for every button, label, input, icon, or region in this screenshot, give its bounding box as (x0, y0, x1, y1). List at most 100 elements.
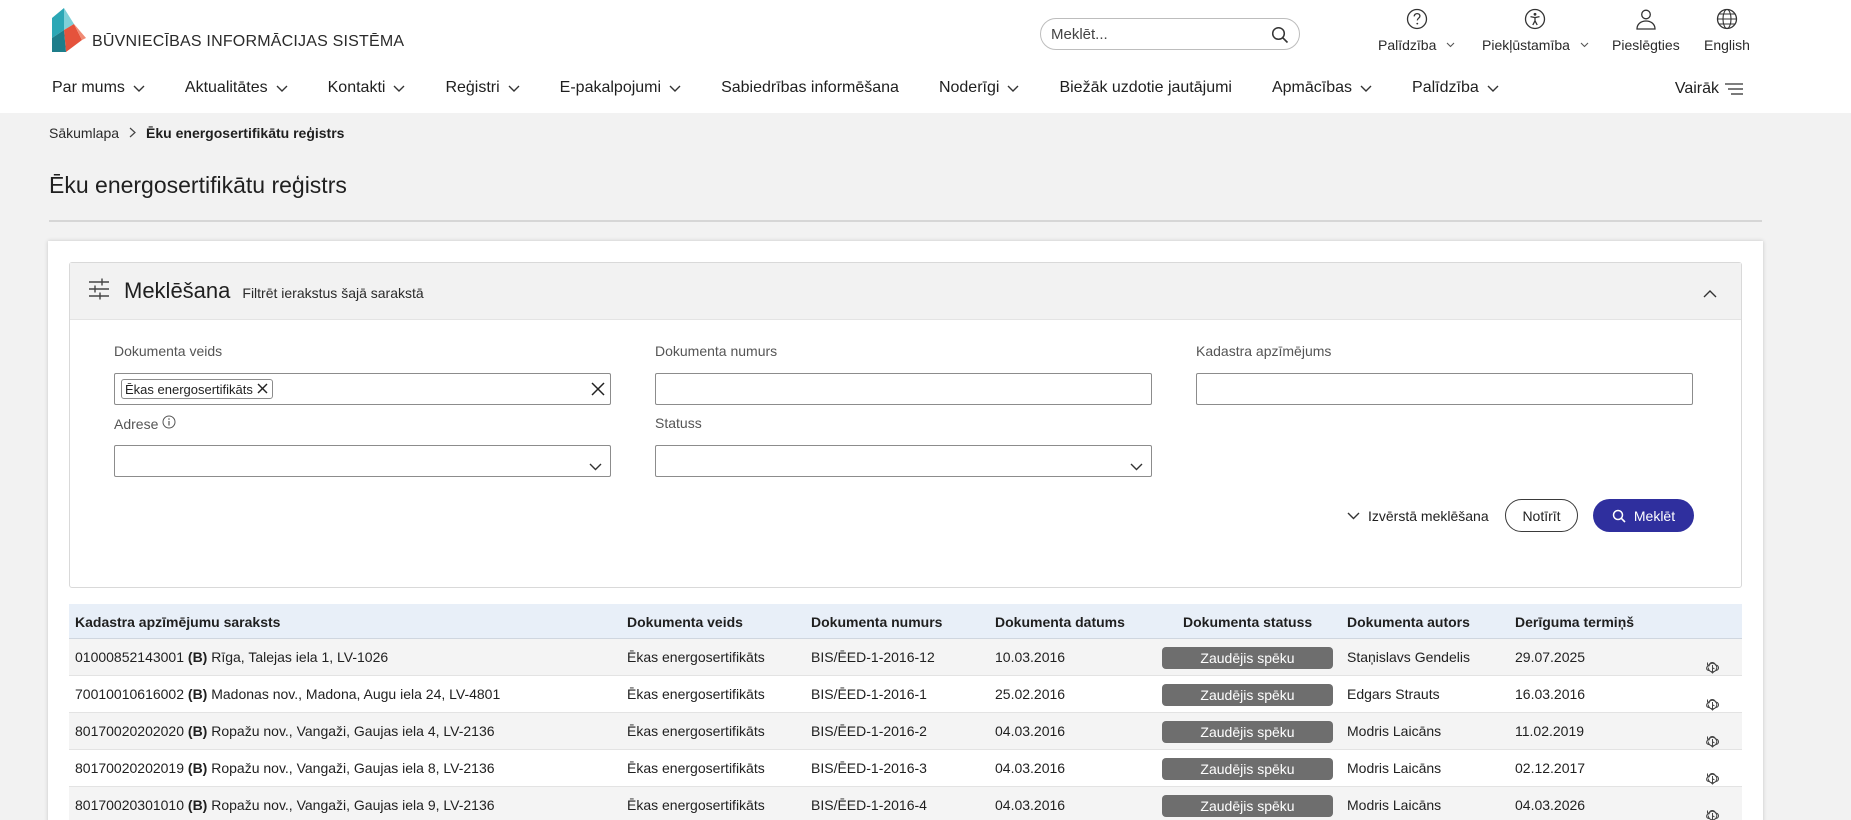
table-row[interactable]: 70010010616002 (B) Madonas nov., Madona,… (69, 676, 1742, 713)
column-header[interactable]: Dokumenta numurs (811, 614, 942, 630)
menu-icon (1725, 83, 1743, 95)
language-switch[interactable]: English (1704, 8, 1750, 53)
user-icon (1634, 8, 1658, 33)
table-row[interactable]: 80170020202020 (B) Ropažu nov., Vangaži,… (69, 713, 1742, 750)
doc-number-cell[interactable]: BIS/ĒED-1-2016-4 (811, 797, 927, 813)
column-header[interactable]: Dokumenta statuss (1183, 614, 1312, 630)
help-label: Palīdzība (1378, 37, 1437, 53)
history-icon[interactable] (1706, 772, 1719, 788)
doc-number-cell[interactable]: BIS/ĒED-1-2016-12 (811, 649, 935, 665)
nav-item-label: Palīdzība (1412, 79, 1479, 96)
advanced-search-label: Izvērstā meklēšana (1368, 508, 1489, 524)
results-table: Kadastra apzīmējumu saraksts Dokumenta v… (69, 604, 1742, 820)
column-header[interactable]: Dokumenta datums (995, 614, 1125, 630)
chevron-down-icon (508, 85, 520, 92)
chevron-right-icon (129, 125, 136, 141)
doc-type-select[interactable]: Ēkas energosertifikāts (114, 373, 611, 405)
site-search-input[interactable] (1051, 25, 1261, 43)
cadastre-number: 70010010616002 (75, 686, 185, 702)
address-text: Madonas nov., Madona, Augu iela 24, LV-4… (211, 686, 501, 702)
globe-icon (1716, 8, 1738, 33)
site-header: BŪVNIECĪBAS INFORMĀCIJAS SISTĒMA Palīdzī… (0, 0, 1851, 113)
nav-item-aktualitates[interactable]: Aktualitātes (185, 79, 288, 97)
cadastre-cell: 80170020202020 (B) Ropažu nov., Vangaži,… (75, 723, 495, 739)
chevron-down-icon (393, 85, 405, 92)
nav-item-par-mums[interactable]: Par mums (52, 79, 145, 97)
cadastre-cell: 01000852143001 (B) Rīga, Talejas iela 1,… (75, 649, 388, 665)
doc-date-cell: 04.03.2016 (995, 797, 1066, 813)
table-row[interactable]: 80170020301010 (B) Ropažu nov., Vangaži,… (69, 787, 1742, 820)
chevron-down-icon (589, 458, 602, 476)
chevron-up-icon[interactable] (1703, 285, 1717, 303)
column-header[interactable]: Kadastra apzīmējumu saraksts (75, 614, 280, 630)
valid-until-cell: 16.03.2016 (1515, 686, 1586, 702)
history-icon[interactable] (1706, 698, 1719, 714)
doc-number-cell[interactable]: BIS/ĒED-1-2016-3 (811, 760, 927, 776)
author-cell: Modris Laicāns (1347, 723, 1442, 739)
nav-item-registri[interactable]: Reģistri (445, 79, 520, 97)
clear-button[interactable]: Notīrīt (1505, 499, 1578, 532)
chevron-down-icon (669, 85, 681, 92)
cadastre-input[interactable] (1196, 373, 1693, 405)
nav-item-e-pakalpojumi[interactable]: E-pakalpojumi (560, 79, 681, 97)
doc-number-input[interactable] (655, 373, 1152, 405)
filter-sliders-icon (88, 278, 110, 305)
status-badge: Zaudējis spēku (1162, 758, 1333, 780)
history-icon[interactable] (1706, 735, 1719, 751)
valid-until-cell: 11.02.2019 (1515, 723, 1585, 739)
cadastre-number: 80170020202020 (75, 723, 185, 739)
nav-item-apmacibas[interactable]: Apmācības (1272, 79, 1372, 97)
login-link[interactable]: Pieslēgties (1612, 8, 1680, 53)
doc-number-label: Dokumenta numurs (655, 343, 778, 359)
doc-number-cell[interactable]: BIS/ĒED-1-2016-1 (811, 686, 927, 702)
logo-mark-icon (52, 8, 86, 52)
doc-type-label: Dokumenta veids (114, 343, 223, 359)
nav-more-button[interactable]: Vairāk (1675, 80, 1743, 98)
chevron-down-icon (1580, 42, 1589, 48)
advanced-search-toggle[interactable]: Izvērstā meklēšana (1347, 508, 1489, 524)
close-icon[interactable] (257, 382, 268, 397)
table-row[interactable]: 80170020202019 (B) Ropažu nov., Vangaži,… (69, 750, 1742, 787)
status-label: Statuss (655, 415, 702, 431)
breadcrumb: Sākumlapa Ēku energosertifikātu reģistrs (49, 125, 344, 141)
accessibility-label: Piekļūstamība (1482, 37, 1570, 53)
search-icon[interactable] (1271, 26, 1289, 49)
nav-item-noderigi[interactable]: Noderīgi (939, 79, 1019, 97)
breadcrumb-home[interactable]: Sākumlapa (49, 125, 119, 141)
history-icon[interactable] (1706, 809, 1719, 820)
nav-item-label: Apmācības (1271, 79, 1353, 96)
column-header[interactable]: Dokumenta veids (627, 614, 743, 630)
search-button[interactable]: Meklēt (1593, 499, 1694, 532)
cadastre-mark: (B) (187, 686, 208, 702)
help-menu[interactable]: Palīdzība (1378, 8, 1455, 53)
table-row[interactable]: 01000852143001 (B) Rīga, Talejas iela 1,… (69, 639, 1742, 676)
info-icon[interactable] (162, 415, 176, 432)
search-card: Meklēšana Filtrēt ierakstus šajā sarakst… (69, 262, 1742, 588)
doc-type-chip: Ēkas energosertifikāts (121, 379, 273, 399)
cadastre-cell: 80170020202019 (B) Ropažu nov., Vangaži,… (75, 760, 495, 776)
accessibility-menu[interactable]: Piekļūstamība (1482, 8, 1589, 53)
nav-item-biezak-uzdotie-jautajumi[interactable]: Biežāk uzdotie jautājumi (1059, 79, 1232, 97)
author-cell: Modris Laicāns (1347, 797, 1442, 813)
search-icon (1612, 509, 1626, 523)
column-header[interactable]: Derīguma termiņš (1515, 614, 1634, 630)
status-badge: Zaudējis spēku (1162, 647, 1333, 669)
help-circle-icon (1406, 8, 1428, 33)
nav-item-palidziba[interactable]: Palīdzība (1412, 79, 1499, 97)
logo[interactable]: BŪVNIECĪBAS INFORMĀCIJAS SISTĒMA (52, 6, 404, 52)
registry-panel: Meklēšana Filtrēt ierakstus šajā sarakst… (48, 241, 1763, 820)
page-title: Ēku energosertifikātu reģistrs (49, 172, 347, 198)
author-cell: Modris Laicāns (1347, 760, 1442, 776)
cadastre-cell: 80170020301010 (B) Ropažu nov., Vangaži,… (75, 797, 495, 813)
history-icon[interactable] (1706, 661, 1719, 677)
clear-icon[interactable] (591, 382, 605, 401)
author-cell: Staņislavs Gendelis (1347, 649, 1470, 665)
status-select[interactable] (655, 445, 1152, 477)
address-select[interactable] (114, 445, 611, 477)
column-header[interactable]: Dokumenta autors (1347, 614, 1470, 630)
nav-item-kontakti[interactable]: Kontakti (328, 79, 406, 97)
doc-number-cell[interactable]: BIS/ĒED-1-2016-2 (811, 723, 927, 739)
search-header[interactable]: Meklēšana Filtrēt ierakstus šajā sarakst… (70, 263, 1741, 320)
cadastre-number: 80170020301010 (75, 797, 185, 813)
nav-item-sabiedribas-informesana[interactable]: Sabiedrības informēšana (721, 79, 899, 97)
